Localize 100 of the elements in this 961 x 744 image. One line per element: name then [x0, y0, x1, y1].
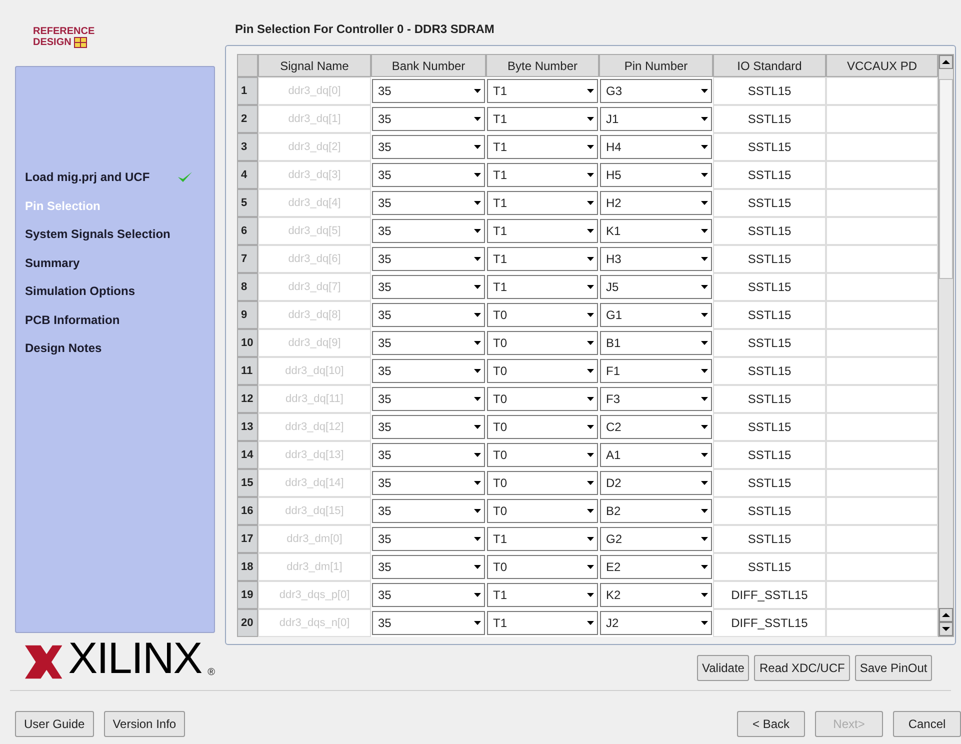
table-cell: SSTL15 — [713, 329, 826, 357]
row-number: 3 — [237, 133, 258, 161]
table-cell: SSTL15 — [713, 217, 826, 245]
scroll-thumb[interactable] — [939, 78, 953, 278]
table-cell: SSTL15 — [713, 441, 826, 469]
caret-icon — [474, 509, 481, 513]
caret-icon — [701, 509, 708, 513]
caret-icon — [587, 397, 594, 401]
caret-icon — [701, 257, 708, 261]
caret-icon — [474, 425, 481, 429]
caret-icon — [587, 285, 594, 289]
column-header[interactable]: Signal Name — [258, 54, 371, 77]
table-cell: ddr3_dm[1] — [258, 553, 371, 581]
row-number: 13 — [237, 413, 258, 441]
up-arrow-icon — [942, 60, 950, 64]
caret-icon — [474, 341, 481, 345]
caret-icon — [474, 453, 481, 457]
caret-icon — [474, 621, 481, 625]
table-cell: ddr3_dq[6] — [258, 245, 371, 273]
caret-icon — [474, 173, 481, 177]
scroll-down-button[interactable] — [939, 622, 953, 636]
scroll-up-button[interactable] — [939, 608, 953, 622]
caret-icon — [474, 369, 481, 373]
row-number: 7 — [237, 245, 258, 273]
table-cell: SSTL15 — [713, 553, 826, 581]
row-number: 6 — [237, 217, 258, 245]
table-cell: ddr3_dq[9] — [258, 329, 371, 357]
caret-icon — [474, 481, 481, 485]
caret-icon — [474, 537, 481, 541]
table-cell: SSTL15 — [713, 385, 826, 413]
row-number: 12 — [237, 385, 258, 413]
caret-icon — [587, 537, 594, 541]
action-button[interactable]: Save PinOut — [854, 655, 932, 681]
caret-icon — [587, 481, 594, 485]
caret-icon — [587, 593, 594, 597]
caret-icon — [587, 313, 594, 317]
table-cell: ddr3_dq[3] — [258, 161, 371, 189]
table-cell: ddr3_dq[7] — [258, 273, 371, 301]
row-number: 15 — [237, 469, 258, 497]
caret-icon — [587, 89, 594, 93]
table-cell: SSTL15 — [713, 105, 826, 133]
caret-icon — [474, 145, 481, 149]
caret-icon — [701, 425, 708, 429]
caret-icon — [474, 397, 481, 401]
table-cell: SSTL15 — [713, 413, 826, 441]
step-item[interactable]: Design Notes — [25, 339, 102, 358]
corner-header — [237, 54, 258, 77]
caret-icon — [474, 285, 481, 289]
step-item[interactable]: PCB Information — [25, 310, 120, 329]
nav-button[interactable]: < Back — [737, 711, 805, 737]
caret-icon — [587, 509, 594, 513]
caret-icon — [587, 117, 594, 121]
caret-icon — [701, 481, 708, 485]
nav-button[interactable]: Cancel — [893, 711, 961, 737]
scroll-bar[interactable] — [938, 54, 954, 637]
caret-icon — [587, 341, 594, 345]
row-number: 1 — [237, 77, 258, 105]
step-item[interactable]: Summary — [25, 254, 80, 272]
row-number: 20 — [237, 609, 258, 637]
table-cell: SSTL15 — [713, 497, 826, 525]
table-cell: SSTL15 — [713, 77, 826, 105]
row-number: 5 — [237, 189, 258, 217]
caret-icon — [701, 453, 708, 457]
caret-icon — [474, 313, 481, 317]
table-cell: ddr3_dq[10] — [258, 357, 371, 385]
table-cell: ddr3_dq[1] — [258, 105, 371, 133]
column-header[interactable]: Byte Number — [486, 54, 599, 77]
table-cell: ddr3_dq[12] — [258, 413, 371, 441]
row-number: 2 — [237, 105, 258, 133]
table-cell: DIFF_SSTL15 — [713, 609, 826, 637]
column-header[interactable]: IO Standard — [713, 54, 826, 77]
caret-icon — [587, 257, 594, 261]
table-cell: SSTL15 — [713, 357, 826, 385]
table-cell: ddr3_dm[0] — [258, 525, 371, 553]
table-cell: SSTL15 — [713, 301, 826, 329]
caret-icon — [587, 201, 594, 205]
footer-button[interactable]: Version Info — [104, 711, 186, 737]
caret-icon — [701, 229, 708, 233]
table-cell: SSTL15 — [713, 133, 826, 161]
caret-icon — [701, 565, 708, 569]
action-button[interactable]: Validate — [697, 655, 750, 681]
nav-button: Next> — [815, 711, 883, 737]
caret-icon — [474, 229, 481, 233]
caret-icon — [587, 145, 594, 149]
step-item[interactable]: Simulation Options — [25, 282, 135, 300]
footer-button[interactable]: User Guide — [15, 711, 94, 737]
row-number: 14 — [237, 441, 258, 469]
column-header[interactable]: Bank Number — [371, 54, 486, 77]
column-header[interactable]: Pin Number — [599, 54, 713, 77]
step-item[interactable]: System Signals Selection — [25, 225, 170, 244]
row-number: 16 — [237, 497, 258, 525]
scroll-up-button[interactable] — [939, 55, 953, 69]
caret-icon — [587, 425, 594, 429]
registered-mark: ® — [208, 667, 215, 679]
column-header[interactable]: VCCAUX PD — [826, 54, 938, 77]
table-cell: ddr3_dq[11] — [258, 385, 371, 413]
action-button[interactable]: Read XDC/UCF — [754, 655, 850, 681]
caret-icon — [474, 117, 481, 121]
table-cell: ddr3_dq[8] — [258, 301, 371, 329]
step-item[interactable]: Load mig.prj and UCF — [25, 168, 150, 186]
